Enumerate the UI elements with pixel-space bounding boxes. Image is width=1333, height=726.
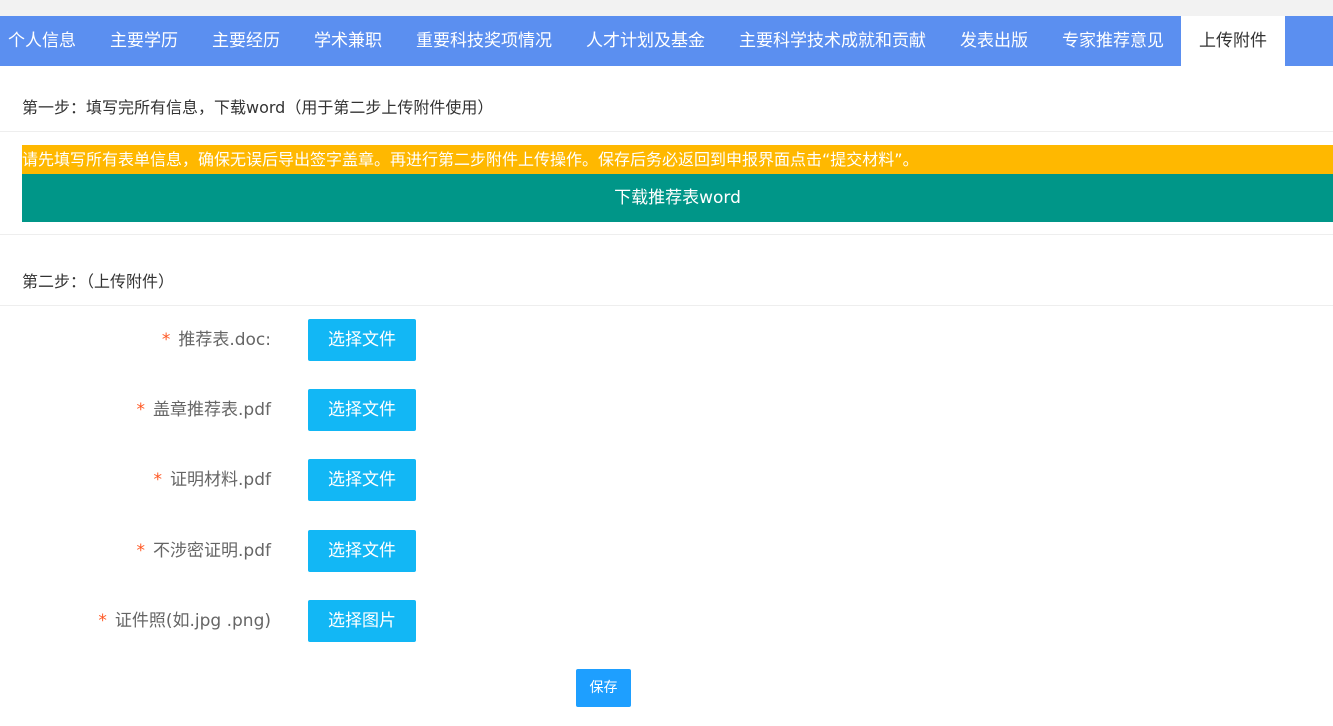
save-button[interactable]: 保存	[576, 669, 631, 707]
required-mark: *	[98, 611, 107, 631]
notice-banner: 请先填写所有表单信息，确保无误后导出签字盖章。再进行第二步附件上传操作。保存后务…	[22, 145, 1333, 174]
tab-academic-positions[interactable]: 学术兼职	[297, 16, 399, 66]
tab-talent-programs[interactable]: 人才计划及基金	[569, 16, 722, 66]
field-label-text: 证件照(如.jpg .png)	[114, 611, 271, 631]
field-label-text: 推荐表.doc:	[178, 330, 271, 350]
field-label: * 推荐表.doc:	[162, 318, 271, 362]
required-mark: *	[136, 541, 146, 561]
tab-personal-info[interactable]: 个人信息	[0, 16, 93, 66]
field-label-text: 盖章推荐表.pdf	[153, 400, 271, 420]
choose-file-button[interactable]: 选择文件	[308, 319, 416, 361]
step2-title: 第二步：（上传附件）	[22, 272, 175, 291]
required-mark: *	[153, 470, 163, 490]
choose-file-button[interactable]: 选择文件	[308, 459, 416, 501]
choose-image-button[interactable]: 选择图片	[308, 600, 416, 642]
upload-row-proof-materials: * 证明材料.pdf 选择文件	[0, 458, 1333, 502]
tab-education[interactable]: 主要学历	[93, 16, 195, 66]
choose-file-button[interactable]: 选择文件	[308, 389, 416, 431]
field-label: * 证明材料.pdf	[154, 458, 271, 502]
required-mark: *	[136, 400, 146, 420]
field-label: * 不涉密证明.pdf	[137, 529, 271, 573]
tab-bar-edge	[1285, 16, 1297, 66]
step1-title: 第一步：填写完所有信息，下载word（用于第二步上传附件使用）	[22, 98, 494, 117]
tab-achievements[interactable]: 主要科学技术成就和贡献	[722, 16, 943, 66]
choose-file-button[interactable]: 选择文件	[308, 530, 416, 572]
upload-row-id-photo: * 证件照(如.jpg .png) 选择图片	[0, 599, 1333, 643]
download-word-button[interactable]: 下载推荐表word	[22, 174, 1333, 222]
tab-bar: 个人信息 主要学历 主要经历 学术兼职 重要科技奖项情况 人才计划及基金 主要科…	[0, 16, 1333, 66]
field-label-text: 不涉密证明.pdf	[153, 541, 271, 561]
step2-divider	[0, 305, 1333, 306]
top-strip	[0, 0, 1333, 16]
field-label: * 盖章推荐表.pdf	[137, 388, 271, 432]
tab-publications[interactable]: 发表出版	[943, 16, 1045, 66]
tab-upload-attachments[interactable]: 上传附件	[1181, 16, 1285, 66]
upload-row-non-classified-proof: * 不涉密证明.pdf 选择文件	[0, 529, 1333, 573]
upload-row-stamped-pdf: * 盖章推荐表.pdf 选择文件	[0, 388, 1333, 432]
upload-row-recommendation-doc: * 推荐表.doc: 选择文件	[0, 318, 1333, 362]
field-label: * 证件照(如.jpg .png)	[98, 599, 271, 643]
tab-awards[interactable]: 重要科技奖项情况	[399, 16, 569, 66]
required-mark: *	[161, 330, 171, 350]
field-label-text: 证明材料.pdf	[170, 470, 271, 490]
tab-experience[interactable]: 主要经历	[195, 16, 297, 66]
tab-expert-opinion[interactable]: 专家推荐意见	[1045, 16, 1181, 66]
